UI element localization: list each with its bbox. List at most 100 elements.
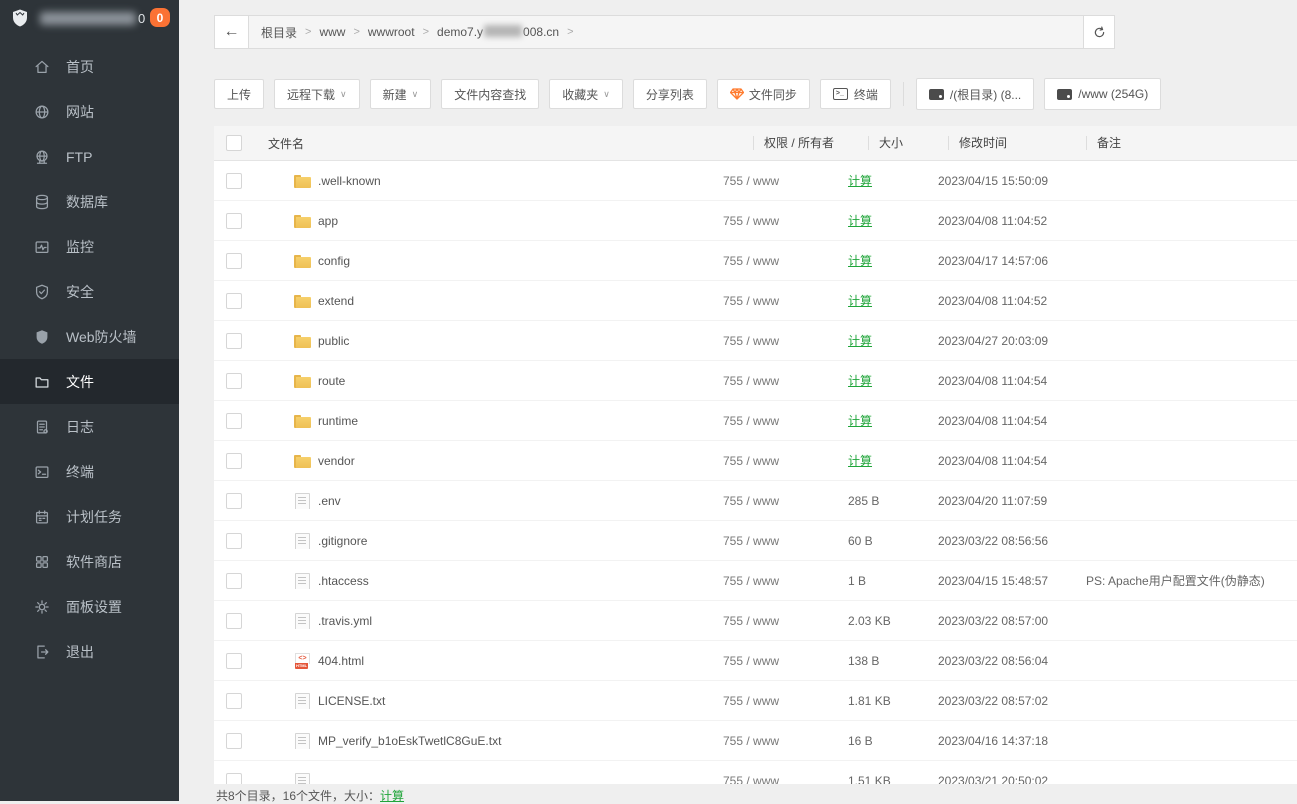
row-checkbox[interactable] — [226, 493, 242, 509]
file-size[interactable]: 285 B — [848, 494, 879, 508]
file-name[interactable]: runtime — [318, 414, 358, 428]
breadcrumb-www[interactable]: www — [319, 25, 345, 39]
file-name[interactable]: .htaccess — [318, 574, 369, 588]
sidebar-item-appstore[interactable]: 软件商店 — [0, 539, 179, 584]
row-checkbox[interactable] — [226, 573, 242, 589]
file-size[interactable]: 计算 — [848, 172, 872, 189]
row-checkbox[interactable] — [226, 173, 242, 189]
file-permission: 755 / www — [723, 534, 848, 548]
file-size[interactable]: 计算 — [848, 212, 872, 229]
file-size[interactable]: 60 B — [848, 534, 873, 548]
row-checkbox[interactable] — [226, 453, 242, 469]
table-row[interactable]: extend 755 / www 计算 2023/04/08 11:04:52 — [214, 281, 1297, 321]
table-row[interactable]: .gitignore 755 / www 60 B 2023/03/22 08:… — [214, 521, 1297, 561]
file-size[interactable]: 1 B — [848, 574, 866, 588]
file-name[interactable]: .well-known — [318, 174, 381, 188]
file-name[interactable]: vendor — [318, 454, 355, 468]
row-checkbox[interactable] — [226, 693, 242, 709]
share-list-button[interactable]: 分享列表 — [633, 79, 707, 109]
table-row[interactable]: app 755 / www 计算 2023/04/08 11:04:52 — [214, 201, 1297, 241]
terminal-button[interactable]: 终端 — [820, 79, 891, 109]
file-name[interactable]: route — [318, 374, 345, 388]
table-row[interactable]: config 755 / www 计算 2023/04/17 14:57:06 — [214, 241, 1297, 281]
file-size[interactable]: 计算 — [848, 412, 872, 429]
file-size[interactable]: 1.81 KB — [848, 694, 891, 708]
row-checkbox[interactable] — [226, 653, 242, 669]
sidebar-item-files[interactable]: 文件 — [0, 359, 179, 404]
file-size[interactable]: 2.03 KB — [848, 614, 891, 628]
sidebar-item-home[interactable]: 首页 — [0, 44, 179, 89]
sidebar-item-ftp[interactable]: FTP — [0, 134, 179, 179]
file-size[interactable]: 计算 — [848, 372, 872, 389]
upload-button[interactable]: 上传 — [214, 79, 264, 109]
row-checkbox[interactable] — [226, 373, 242, 389]
file-name[interactable]: LICENSE.txt — [318, 694, 385, 708]
header-filename[interactable]: 文件名 — [268, 135, 763, 152]
table-row[interactable]: .well-known 755 / www 计算 2023/04/15 15:5… — [214, 161, 1297, 201]
file-name[interactable]: config — [318, 254, 350, 268]
file-name[interactable]: app — [318, 214, 338, 228]
row-checkbox[interactable] — [226, 613, 242, 629]
table-row[interactable]: .htaccess 755 / www 1 B 2023/04/15 15:48… — [214, 561, 1297, 601]
file-name[interactable]: MP_verify_b1oEskTwetlC8GuE.txt — [318, 734, 501, 748]
sidebar-item-monitor[interactable]: 监控 — [0, 224, 179, 269]
folder-icon — [33, 373, 51, 391]
file-name[interactable]: 404.html — [318, 654, 364, 668]
remote-download-button[interactable]: 远程下载 ∨ — [274, 79, 360, 109]
row-checkbox[interactable] — [226, 213, 242, 229]
file-size[interactable]: 计算 — [848, 292, 872, 309]
file-size[interactable]: 计算 — [848, 252, 872, 269]
row-checkbox[interactable] — [226, 293, 242, 309]
file-size[interactable]: 计算 — [848, 332, 872, 349]
sidebar-item-cron[interactable]: 计划任务 — [0, 494, 179, 539]
sidebar-item-waf[interactable]: Web防火墙 — [0, 314, 179, 359]
breadcrumb-wwwroot[interactable]: wwwroot — [368, 25, 415, 39]
file-size[interactable]: 1.51 KB — [848, 774, 891, 785]
refresh-button[interactable] — [1083, 15, 1115, 49]
row-checkbox[interactable] — [226, 413, 242, 429]
sidebar-item-logout[interactable]: 退出 — [0, 629, 179, 674]
row-checkbox[interactable] — [226, 533, 242, 549]
row-checkbox[interactable] — [226, 253, 242, 269]
table-row[interactable]: .env 755 / www 285 B 2023/04/20 11:07:59 — [214, 481, 1297, 521]
file-size[interactable]: 计算 — [848, 452, 872, 469]
new-button[interactable]: 新建 ∨ — [370, 79, 432, 109]
back-button[interactable]: ← — [214, 15, 249, 49]
row-checkbox[interactable] — [226, 333, 242, 349]
file-name[interactable]: .env — [318, 494, 341, 508]
table-row[interactable]: .travis.yml 755 / www 2.03 KB 2023/03/22… — [214, 601, 1297, 641]
file-name[interactable]: .travis.yml — [318, 614, 372, 628]
sidebar-item-security[interactable]: 安全 — [0, 269, 179, 314]
table-row[interactable]: vendor 755 / www 计算 2023/04/08 11:04:54 — [214, 441, 1297, 481]
table-row[interactable]: 404.html 755 / www 138 B 2023/03/22 08:5… — [214, 641, 1297, 681]
file-size[interactable]: 138 B — [848, 654, 879, 668]
file-size[interactable]: 16 B — [848, 734, 873, 748]
row-checkbox[interactable] — [226, 773, 242, 785]
file-sync-button[interactable]: 文件同步 — [717, 79, 810, 109]
search-file-content-button[interactable]: 文件内容查找 — [441, 79, 539, 109]
breadcrumb-site-domain[interactable]: demo7.y008.cn — [437, 25, 559, 39]
disk-www-button[interactable]: /www (254G) — [1044, 78, 1161, 110]
table-row[interactable]: route 755 / www 计算 2023/04/08 11:04:54 — [214, 361, 1297, 401]
file-name[interactable]: .gitignore — [318, 534, 367, 548]
sidebar-item-logs[interactable]: 日志 — [0, 404, 179, 449]
file-name[interactable]: public — [318, 334, 349, 348]
table-row[interactable]: 755 / www 1.51 KB 2023/03/21 20:50:02 — [214, 761, 1297, 784]
table-row[interactable]: runtime 755 / www 计算 2023/04/08 11:04:54 — [214, 401, 1297, 441]
sidebar-item-website[interactable]: 网站 — [0, 89, 179, 134]
sidebar-item-terminal[interactable]: 终端 — [0, 449, 179, 494]
table-row[interactable]: public 755 / www 计算 2023/04/27 20:03:09 — [214, 321, 1297, 361]
disk-root-button[interactable]: /(根目录) (8... — [916, 78, 1034, 110]
table-row[interactable]: LICENSE.txt 755 / www 1.81 KB 2023/03/22… — [214, 681, 1297, 721]
select-all-checkbox[interactable] — [226, 135, 242, 151]
sidebar-item-settings[interactable]: 面板设置 — [0, 584, 179, 629]
sidebar-item-database[interactable]: 数据库 — [0, 179, 179, 224]
file-name[interactable]: extend — [318, 294, 354, 308]
refresh-icon — [1092, 25, 1107, 40]
message-count-badge[interactable]: 0 — [150, 8, 170, 27]
favorites-button[interactable]: 收藏夹 ∨ — [549, 79, 623, 109]
table-row[interactable]: MP_verify_b1oEskTwetlC8GuE.txt 755 / www… — [214, 721, 1297, 761]
row-checkbox[interactable] — [226, 733, 242, 749]
breadcrumb-root[interactable]: 根目录 — [261, 24, 297, 41]
file-note[interactable]: PS: Apache用户配置文件(伪静态) — [1086, 572, 1297, 589]
